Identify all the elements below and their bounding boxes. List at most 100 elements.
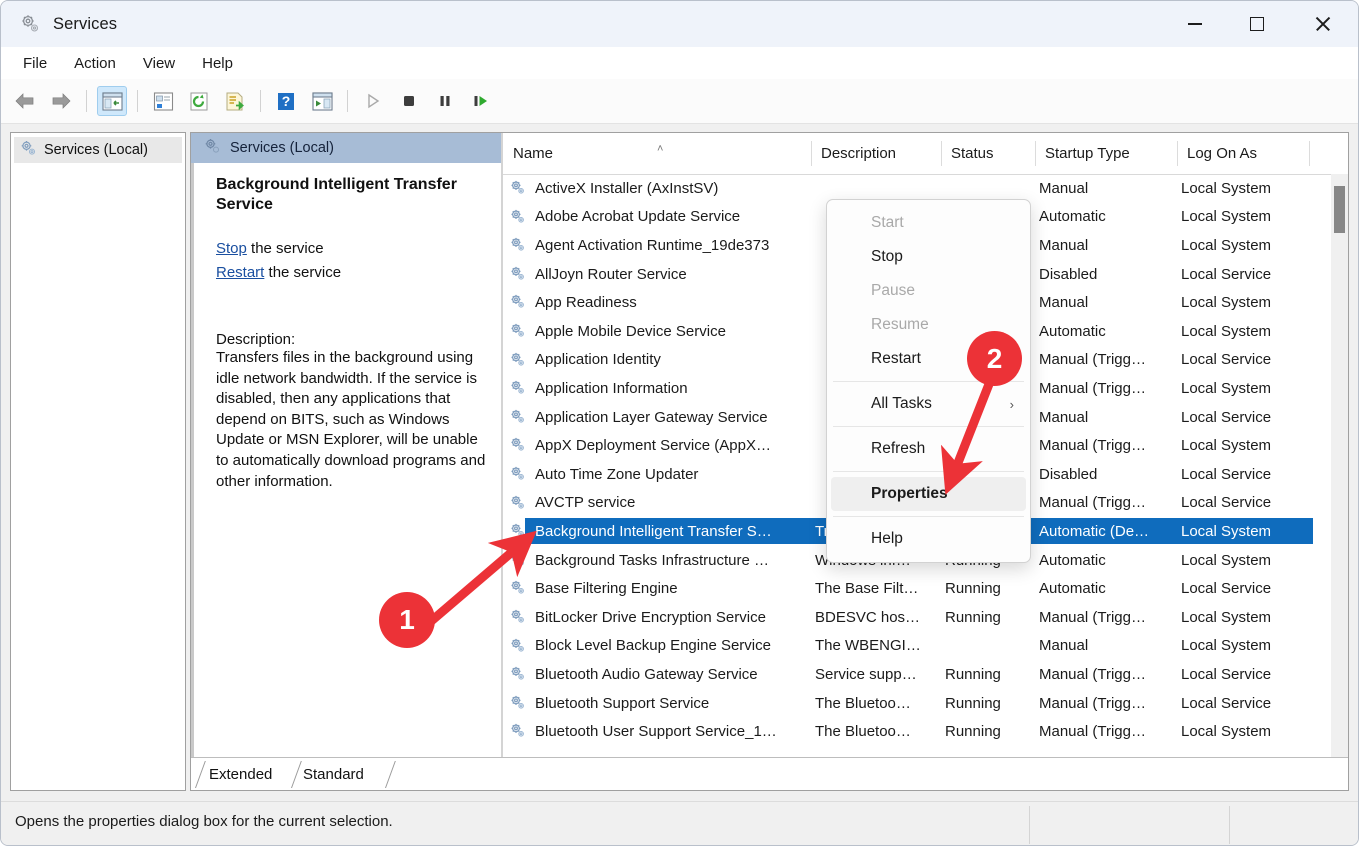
cell-logon: Local Service <box>1181 265 1272 283</box>
window-controls <box>1164 1 1358 47</box>
services-window: Services File Action View Help ? Service… <box>0 0 1359 846</box>
cell-status: Running <box>945 694 1001 712</box>
cell-startup: Disabled <box>1039 265 1098 283</box>
context-menu-item-start: Start <box>831 206 1026 240</box>
cell-description: Service supp… <box>815 665 917 683</box>
tab-standard[interactable]: Standard <box>303 759 364 790</box>
action-pane-icon[interactable] <box>307 86 337 116</box>
restart-play-icon[interactable] <box>466 86 496 116</box>
refresh-green-icon[interactable] <box>184 86 214 116</box>
status-divider <box>1229 806 1230 844</box>
cell-name: Bluetooth User Support Service_1… <box>535 723 777 741</box>
cell-description: The Bluetoo… <box>815 723 911 741</box>
column-header-label: Name <box>513 145 554 162</box>
toolbar-separator <box>137 90 138 112</box>
cell-startup: Automatic <box>1039 208 1106 226</box>
properties-window-icon[interactable] <box>148 86 178 116</box>
table-row[interactable]: Bluetooth Audio Gateway Service Service s… <box>503 660 1348 689</box>
menu-action[interactable]: Action <box>64 52 126 75</box>
cell-status: Running <box>945 665 1001 683</box>
tab-separator <box>191 759 205 790</box>
minimize-button[interactable] <box>1164 1 1226 47</box>
close-button[interactable] <box>1288 1 1358 47</box>
stop-link-suffix: the service <box>246 240 324 257</box>
service-detail-title: Background Intelligent Transfer Service <box>216 176 457 213</box>
cell-logon: Local System <box>1181 294 1272 312</box>
context-menu-item-label: Pause <box>871 282 915 299</box>
cell-name: Background Tasks Infrastructure … <box>535 551 769 569</box>
cell-name: Base Filtering Engine <box>535 580 678 598</box>
cell-logon: Local System <box>1181 551 1272 569</box>
column-header-startup[interactable]: Startup Type <box>1039 133 1171 174</box>
cell-logon: Local Service <box>1181 408 1272 426</box>
cell-description: The WBENGI… <box>815 637 921 655</box>
column-divider[interactable] <box>1177 141 1178 166</box>
stop-service-link[interactable]: Stop <box>216 240 247 257</box>
cell-name: Application Identity <box>535 351 661 369</box>
pause-bars-icon[interactable] <box>430 86 460 116</box>
forward-arrow-icon[interactable] <box>46 86 76 116</box>
column-header-label: Status <box>951 145 994 162</box>
table-row[interactable]: Bluetooth User Support Service_1… The Blu… <box>503 717 1348 746</box>
results-pane: Services (Local) Background Intelligent … <box>190 132 1349 791</box>
services-gear-icon <box>19 13 41 35</box>
table-row[interactable]: Block Level Backup Engine Service The WBE… <box>503 632 1348 661</box>
cell-startup: Automatic <box>1039 580 1106 598</box>
console-tree-icon[interactable] <box>97 86 127 116</box>
table-row[interactable]: BitLocker Drive Encryption Service BDESVC… <box>503 603 1348 632</box>
cell-logon: Local System <box>1181 322 1272 340</box>
column-divider[interactable] <box>1309 141 1310 166</box>
window-title: Services <box>53 14 118 33</box>
content-area: Services (Local) Services (Local) Backgr… <box>1 124 1358 802</box>
cell-startup: Disabled <box>1039 465 1098 483</box>
cell-description: The Base Filt… <box>815 580 919 598</box>
tab-extended[interactable]: Extended <box>209 759 272 790</box>
cell-logon: Local System <box>1181 723 1272 741</box>
cell-name: Block Level Backup Engine Service <box>535 637 771 655</box>
vertical-scrollbar[interactable] <box>1331 174 1348 758</box>
cell-name: Background Intelligent Transfer S… <box>535 522 772 540</box>
context-menu-item-label: All Tasks <box>871 395 932 412</box>
annotation-badge-2-label: 2 <box>986 342 1003 374</box>
context-menu-item-help[interactable]: Help <box>831 522 1026 556</box>
context-menu-item-label: Refresh <box>871 440 926 457</box>
maximize-button[interactable] <box>1226 1 1288 47</box>
cell-name: Application Layer Gateway Service <box>535 408 768 426</box>
export-list-icon[interactable] <box>220 86 250 116</box>
column-divider[interactable] <box>941 141 942 166</box>
stop-square-icon[interactable] <box>394 86 424 116</box>
menu-help[interactable]: Help <box>192 52 243 75</box>
services-gear-icon <box>19 139 37 162</box>
column-header-description[interactable]: Description <box>815 133 937 174</box>
column-divider[interactable] <box>1035 141 1036 166</box>
help-question-icon[interactable]: ? <box>271 86 301 116</box>
cell-logon: Local System <box>1181 379 1272 397</box>
column-header-label: Log On As <box>1187 145 1258 162</box>
cell-logon: Local System <box>1181 179 1272 197</box>
cell-name: Application Information <box>535 379 688 397</box>
column-headers: Name ˄ Description Status Startup Type Log On… <box>503 133 1348 175</box>
cell-startup: Manual (Trigg… <box>1039 694 1146 712</box>
column-header-logon[interactable]: Log On As <box>1181 133 1313 174</box>
cell-status: Running <box>945 580 1001 598</box>
column-header-status[interactable]: Status <box>945 133 1033 174</box>
tree-item-services-local[interactable]: Services (Local) <box>14 137 182 163</box>
cell-logon: Local Service <box>1181 694 1272 712</box>
back-arrow-icon[interactable] <box>10 86 40 116</box>
restart-service-link[interactable]: Restart <box>216 264 264 281</box>
cell-name: Apple Mobile Device Service <box>535 322 726 340</box>
table-row[interactable]: Base Filtering Engine The Base Filt… Runni… <box>503 574 1348 603</box>
cell-logon: Local Service <box>1181 465 1272 483</box>
cell-status: Running <box>945 608 1001 626</box>
table-row[interactable]: Bluetooth Support Service The Bluetoo… Run… <box>503 689 1348 718</box>
context-menu-item-stop[interactable]: Stop <box>831 240 1026 274</box>
description-label: Description: <box>216 331 296 348</box>
context-menu-item-label: Restart <box>871 350 921 367</box>
menu-view[interactable]: View <box>133 52 185 75</box>
play-triangle-icon[interactable] <box>358 86 388 116</box>
context-menu-separator <box>833 516 1024 517</box>
column-divider[interactable] <box>811 141 812 166</box>
scrollbar-thumb[interactable] <box>1334 186 1345 233</box>
menu-file[interactable]: File <box>13 52 57 75</box>
annotation-badge-1: 1 <box>379 592 435 648</box>
